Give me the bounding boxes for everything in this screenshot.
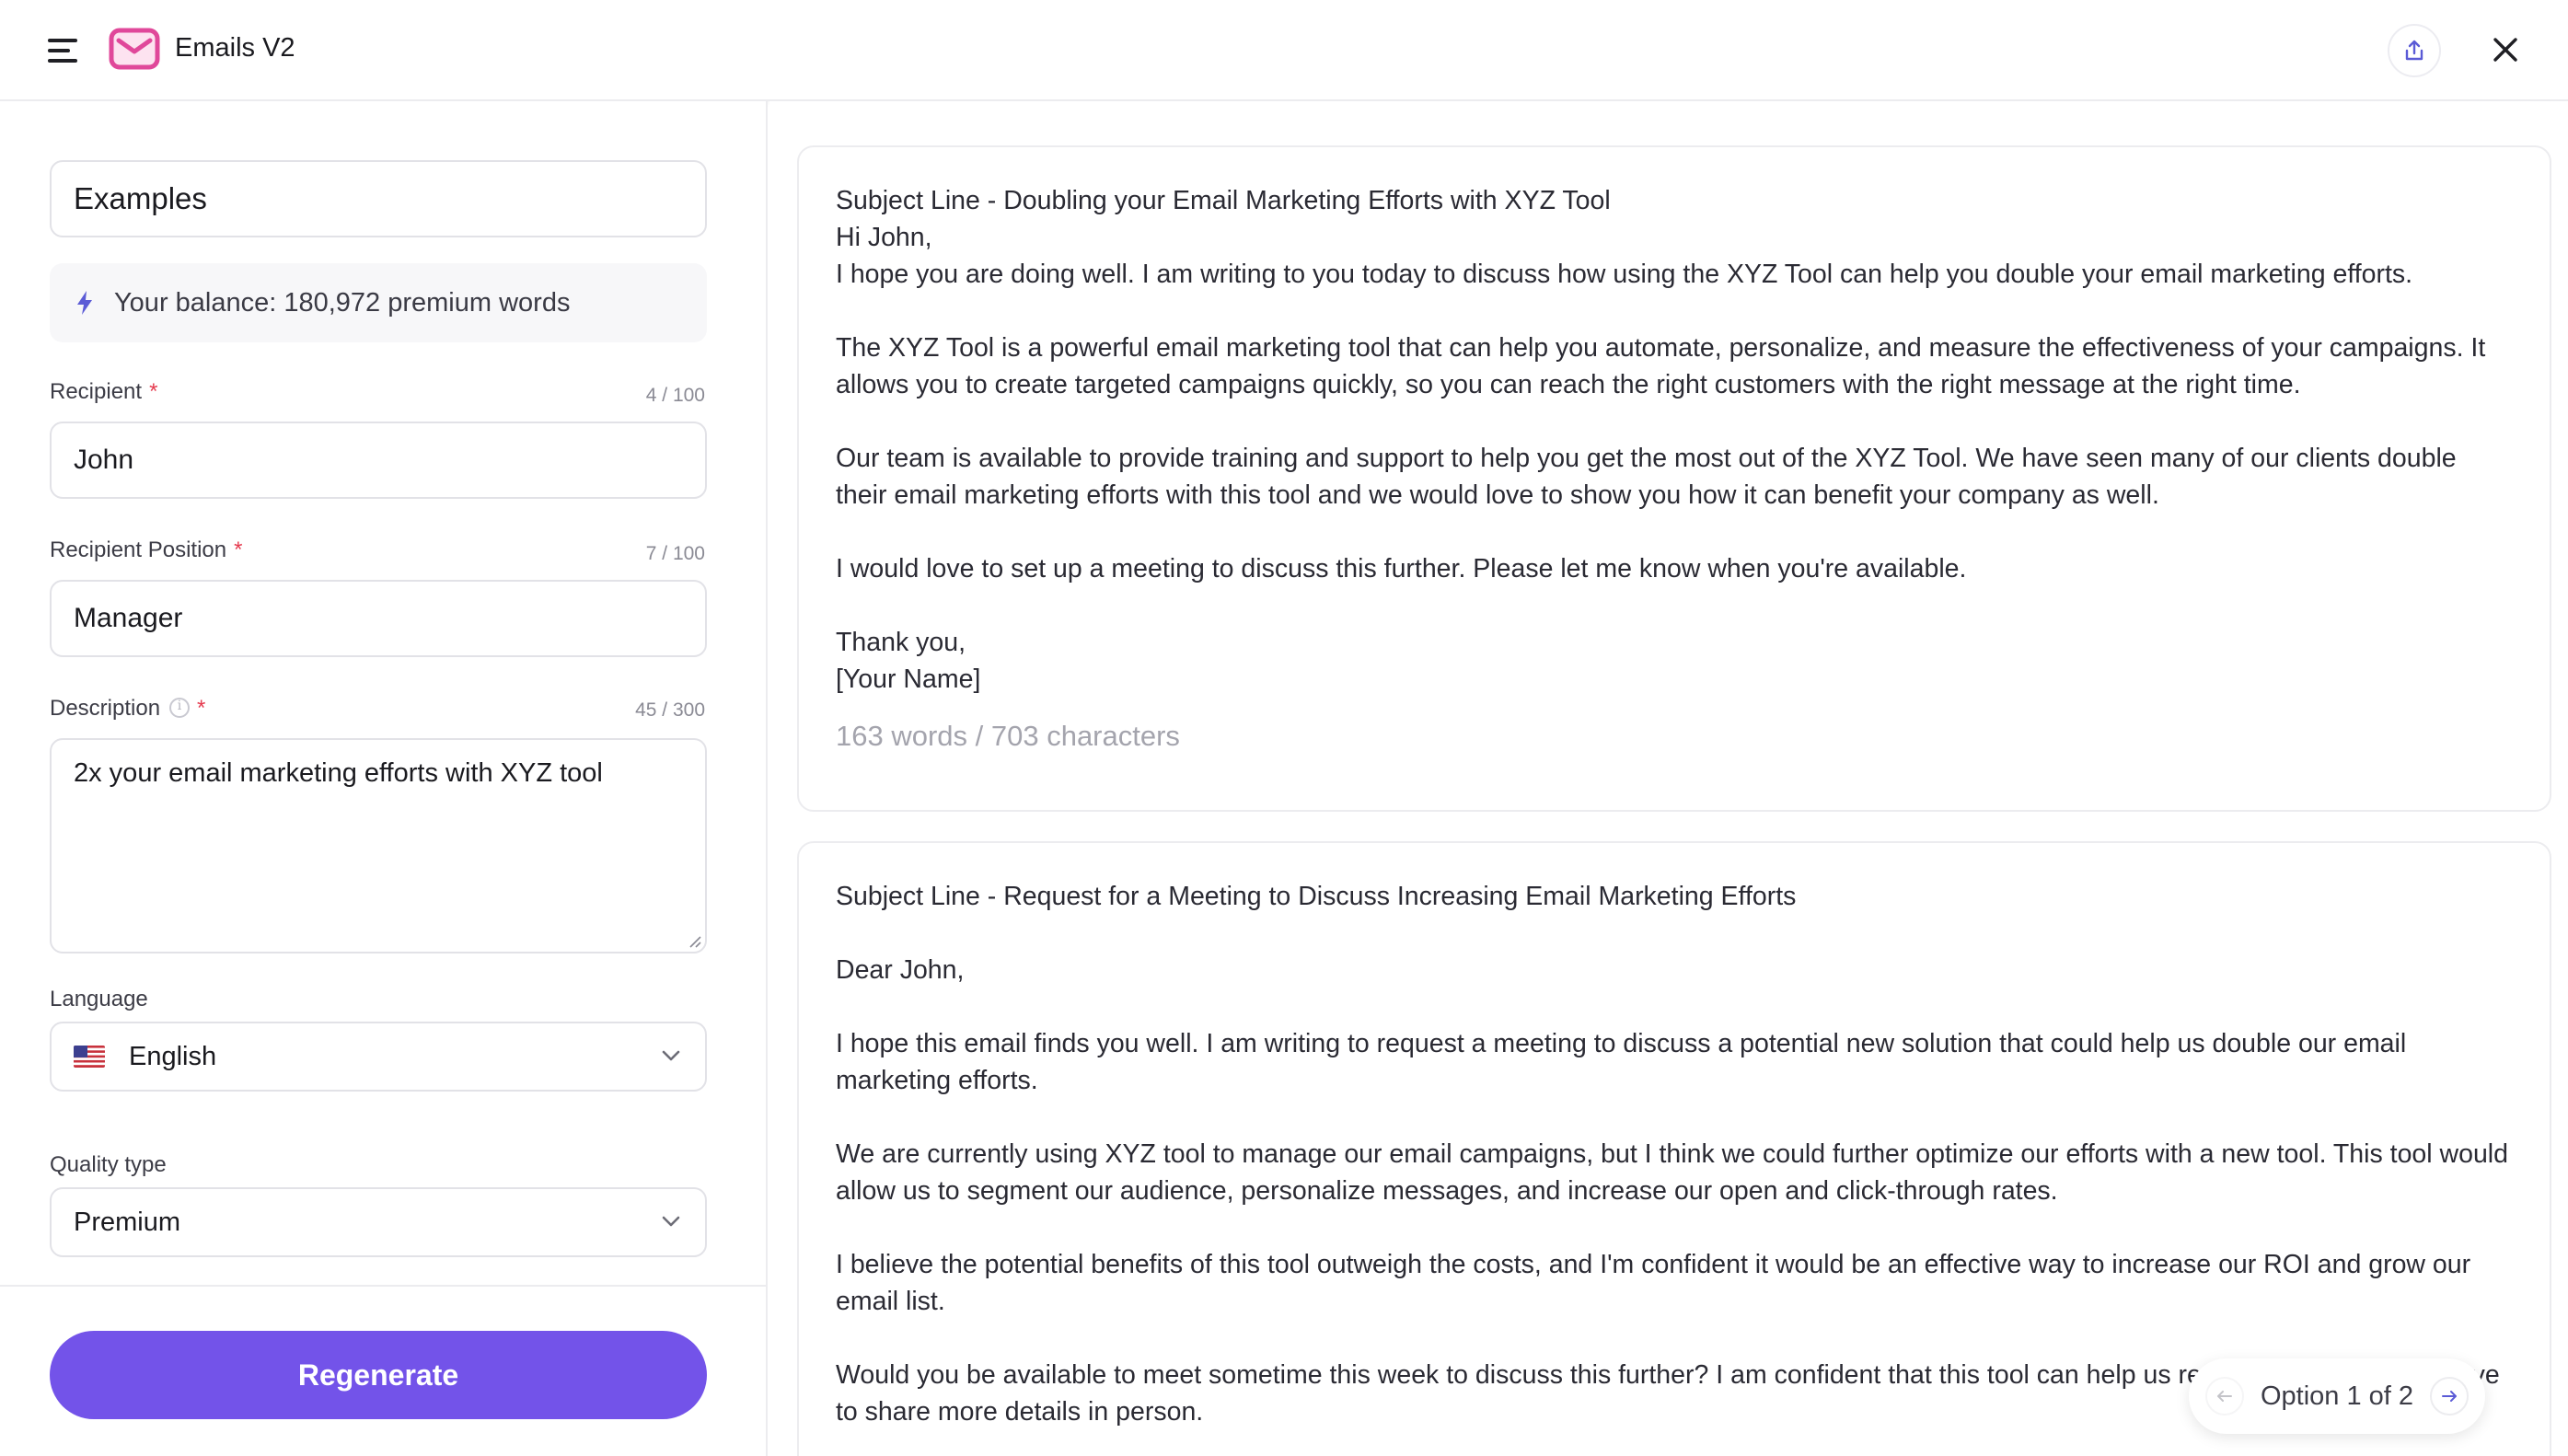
share-button[interactable] <box>2388 24 2441 77</box>
resize-handle-icon[interactable] <box>687 933 701 948</box>
email-paragraph: We are currently using XYZ tool to manag… <box>836 1139 2508 1206</box>
recipient-input[interactable]: John <box>50 422 707 499</box>
description-label: Description * <box>50 696 205 722</box>
email-signature: [Your Name] <box>836 664 981 694</box>
share-icon <box>2405 40 2423 61</box>
arrow-left-icon <box>2217 1391 2232 1402</box>
required-marker: * <box>197 696 206 721</box>
pager-text: Option 1 of 2 <box>2260 1381 2414 1411</box>
balance-text: Your balance: 180,972 premium words <box>114 287 571 318</box>
recipient-position-label-text: Recipient Position <box>50 537 227 562</box>
email-paragraph: I believe the potential benefits of this… <box>836 1250 2471 1316</box>
app-title: Emails V2 <box>175 33 295 63</box>
email-paragraph: Our team is available to provide trainin… <box>836 444 2457 510</box>
hamburger-icon[interactable] <box>48 37 79 64</box>
quality-type-value: Premium <box>74 1207 181 1237</box>
recipient-value: John <box>74 445 134 475</box>
settings-panel: Examples Your balance: 180,972 premium w… <box>0 101 768 1456</box>
results-panel: Subject Line - Doubling your Email Marke… <box>769 101 2568 1456</box>
email-paragraph: The XYZ Tool is a powerful email marketi… <box>836 333 2486 399</box>
chevron-down-icon <box>662 1216 680 1227</box>
email-subject: Subject Line - Request for a Meeting to … <box>836 882 1797 911</box>
email-greeting: Dear John, <box>836 955 965 985</box>
email-paragraph: I would love to set up a meeting to disc… <box>836 554 1967 584</box>
email-closing: Thank you, <box>836 628 966 657</box>
recipient-counter: 4 / 100 <box>645 385 705 406</box>
close-icon[interactable] <box>2487 31 2524 68</box>
language-label: Language <box>50 987 148 1011</box>
previous-option-button[interactable] <box>2205 1377 2244 1416</box>
recipient-position-input[interactable]: Manager <box>50 580 707 657</box>
quality-type-select[interactable]: Premium <box>50 1187 707 1257</box>
email-paragraph: I hope you are doing well. I am writing … <box>836 260 2413 289</box>
description-label-text: Description <box>50 696 161 721</box>
language-value: English <box>129 1041 217 1071</box>
recipient-label-text: Recipient <box>50 379 143 404</box>
recipient-position-counter: 7 / 100 <box>645 543 705 564</box>
envelope-icon <box>109 28 160 70</box>
language-select[interactable]: English <box>50 1022 707 1092</box>
word-count: 163 words / 703 characters <box>836 720 1180 752</box>
examples-label: Examples <box>74 181 207 215</box>
email-paragraph: I hope this email finds you well. I am w… <box>836 1029 2407 1095</box>
us-flag-icon <box>74 1046 105 1068</box>
result-card-option-1[interactable]: Subject Line - Doubling your Email Marke… <box>797 145 2551 812</box>
divider <box>0 1285 768 1287</box>
balance-info: Your balance: 180,972 premium words <box>50 263 707 342</box>
description-counter: 45 / 300 <box>635 699 705 721</box>
description-textarea[interactable]: 2x your email marketing efforts with XYZ… <box>50 738 707 953</box>
quality-type-label: Quality type <box>50 1152 167 1177</box>
top-bar: Emails V2 <box>0 0 2568 101</box>
required-marker: * <box>149 379 158 404</box>
recipient-label: Recipient * <box>50 379 157 405</box>
chevron-down-icon <box>662 1050 680 1061</box>
regenerate-button[interactable]: Regenerate <box>50 1331 707 1419</box>
examples-button[interactable]: Examples <box>50 160 707 237</box>
info-icon[interactable] <box>169 697 191 718</box>
bolt-icon <box>77 291 92 315</box>
required-marker: * <box>234 537 243 562</box>
description-value: 2x your email marketing efforts with XYZ… <box>74 758 603 788</box>
email-subject: Subject Line - Doubling your Email Marke… <box>836 186 1611 215</box>
recipient-position-value: Manager <box>74 603 183 633</box>
recipient-position-label: Recipient Position * <box>50 537 242 563</box>
next-option-button[interactable] <box>2430 1377 2469 1416</box>
option-pager: Option 1 of 2 <box>2189 1358 2485 1434</box>
email-greeting: Hi John, <box>836 223 932 252</box>
arrow-right-icon <box>2442 1391 2457 1402</box>
